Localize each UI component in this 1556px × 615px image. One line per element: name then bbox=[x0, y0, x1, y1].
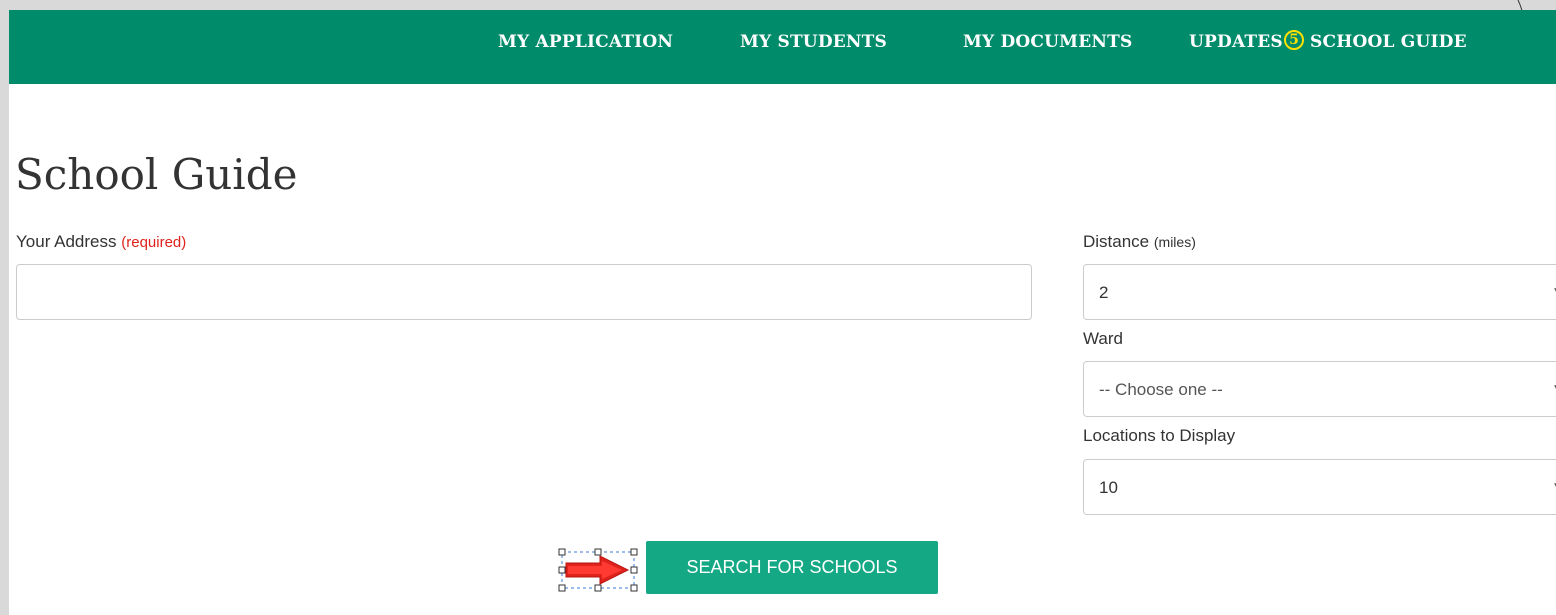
updates-count-badge: 5 bbox=[1284, 30, 1304, 50]
chevron-down-icon: ▼ bbox=[1552, 481, 1556, 492]
locations-selected-value: 10 bbox=[1099, 478, 1118, 497]
address-label: Your Address (required) bbox=[16, 232, 186, 252]
chevron-down-icon: ▼ bbox=[1552, 383, 1556, 394]
page-title: School Guide bbox=[15, 150, 298, 199]
nav-my-students[interactable]: MY STUDENTS bbox=[740, 32, 887, 52]
screen-border bbox=[0, 0, 1556, 10]
distance-label-text: Distance bbox=[1083, 232, 1150, 251]
address-label-text: Your Address bbox=[16, 232, 117, 251]
locations-select[interactable]: 10 ▼ bbox=[1083, 459, 1556, 515]
address-input[interactable] bbox=[16, 264, 1032, 320]
distance-label: Distance (miles) bbox=[1083, 232, 1196, 252]
top-navbar: MY APPLICATION MY STUDENTS MY DOCUMENTS … bbox=[9, 10, 1556, 84]
search-for-schools-button[interactable]: SEARCH FOR SCHOOLS bbox=[646, 541, 938, 594]
nav-updates[interactable]: UPDATES bbox=[1189, 32, 1283, 52]
ward-selected-value: -- Choose one -- bbox=[1099, 380, 1223, 399]
distance-unit-note: (miles) bbox=[1153, 234, 1196, 250]
nav-school-guide[interactable]: SCHOOL GUIDE bbox=[1310, 32, 1467, 52]
nav-my-application[interactable]: MY APPLICATION bbox=[498, 32, 673, 52]
page: MY APPLICATION MY STUDENTS MY DOCUMENTS … bbox=[9, 10, 1556, 615]
ward-label: Ward bbox=[1083, 329, 1123, 348]
chevron-down-icon: ▼ bbox=[1552, 286, 1556, 297]
distance-selected-value: 2 bbox=[1099, 283, 1109, 302]
ward-select[interactable]: -- Choose one -- ▼ bbox=[1083, 361, 1556, 417]
required-note: (required) bbox=[121, 234, 187, 251]
distance-select[interactable]: 2 ▼ bbox=[1083, 264, 1556, 320]
nav-my-documents[interactable]: MY DOCUMENTS bbox=[963, 32, 1132, 52]
right-arrow-icon[interactable] bbox=[558, 548, 638, 592]
locations-label: Locations to Display bbox=[1083, 426, 1236, 445]
